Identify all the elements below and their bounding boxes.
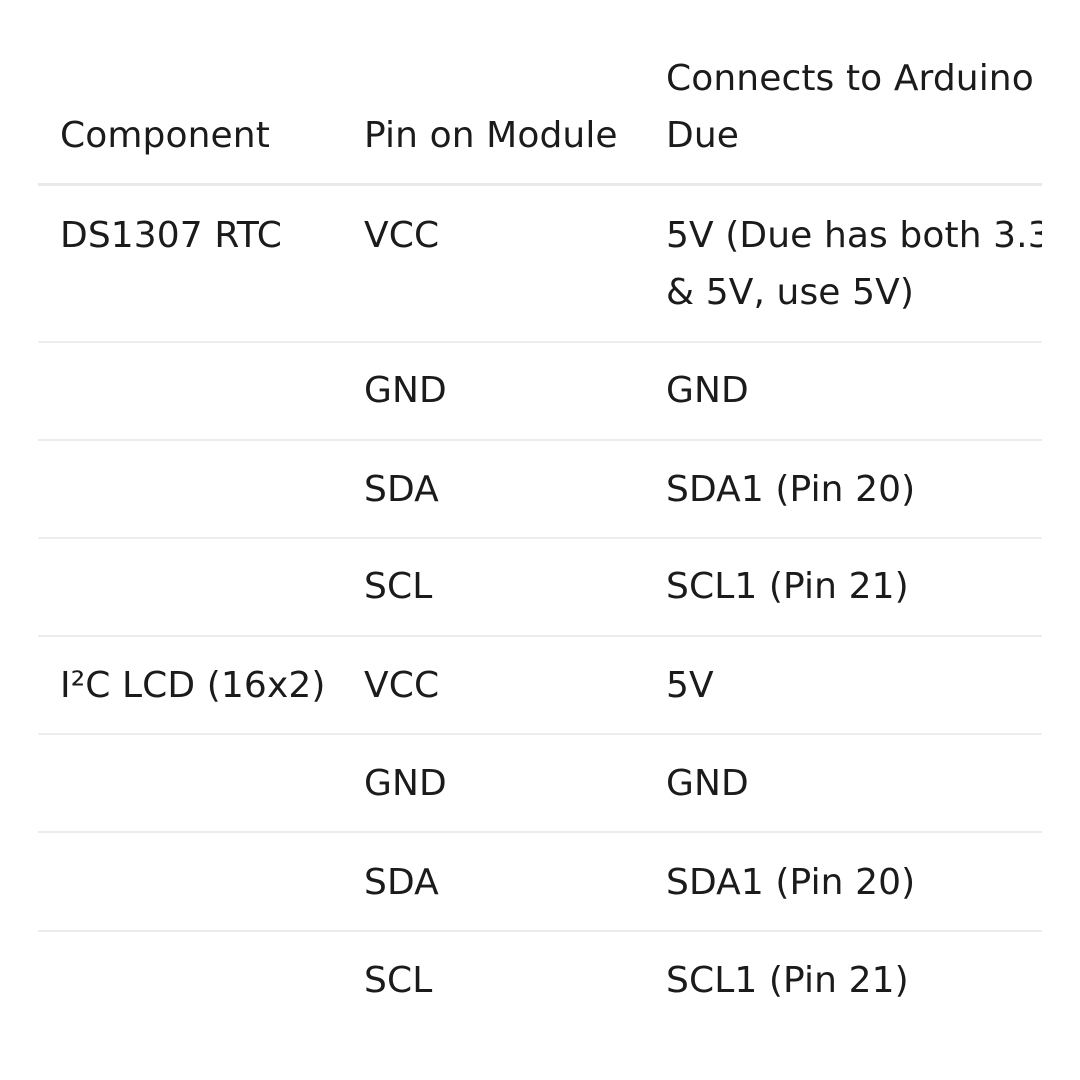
wiring-table: Component Pin on Module Connects to Ardu… [38,0,1042,1080]
table-row: I²C LCD (16x2) VCC 5V [38,637,1042,735]
cell-pin: SDA [364,469,439,510]
cell-pin: VCC [364,665,440,706]
cell-pin: SCL [364,566,433,607]
cell-connects: SDA1 (Pin 20) [666,862,916,903]
cell-connects: 5V [666,665,714,706]
header-pin-on-module: Pin on Module [364,115,618,156]
table-row: SDA SDA1 (Pin 20) [38,441,1042,539]
table-row: GND GND [38,735,1042,833]
cell-pin: GND [364,763,447,804]
header-connects-line1: Connects to Arduino [666,58,1034,99]
header-connects-line2: Due [666,115,739,156]
cell-connects: 5V (Due has both 3.3 & 5V, use 5V) [666,207,1042,321]
cell-connects: SCL1 (Pin 21) [666,566,909,607]
cell-connects: SDA1 (Pin 20) [666,469,916,510]
cell-component: DS1307 RTC [60,215,283,256]
cell-connects-line2: & 5V, use 5V) [666,272,914,313]
cell-pin: VCC [364,215,440,256]
table-row: DS1307 RTC VCC 5V (Due has both 3.3 & 5V… [38,186,1042,343]
cell-connects-line1: 5V (Due has both 3.3 [666,215,1042,256]
header-connects-to: Connects to Arduino Due [666,50,1042,164]
cell-connects: GND [666,370,749,411]
cell-pin: SDA [364,862,439,903]
table-row: SCL SCL1 (Pin 21) [38,539,1042,637]
table-row: SCL SCL1 (Pin 21) [38,932,1042,1042]
table-row: GND GND [38,343,1042,441]
cell-connects: SCL1 (Pin 21) [666,960,909,1001]
cell-component: I²C LCD (16x2) [60,665,326,706]
cell-connects: GND [666,763,749,804]
header-component: Component [60,115,270,156]
cell-pin: SCL [364,960,433,1001]
table-row: SDA SDA1 (Pin 20) [38,833,1042,932]
table-header-row: Component Pin on Module Connects to Ardu… [38,0,1042,186]
cell-pin: GND [364,370,447,411]
